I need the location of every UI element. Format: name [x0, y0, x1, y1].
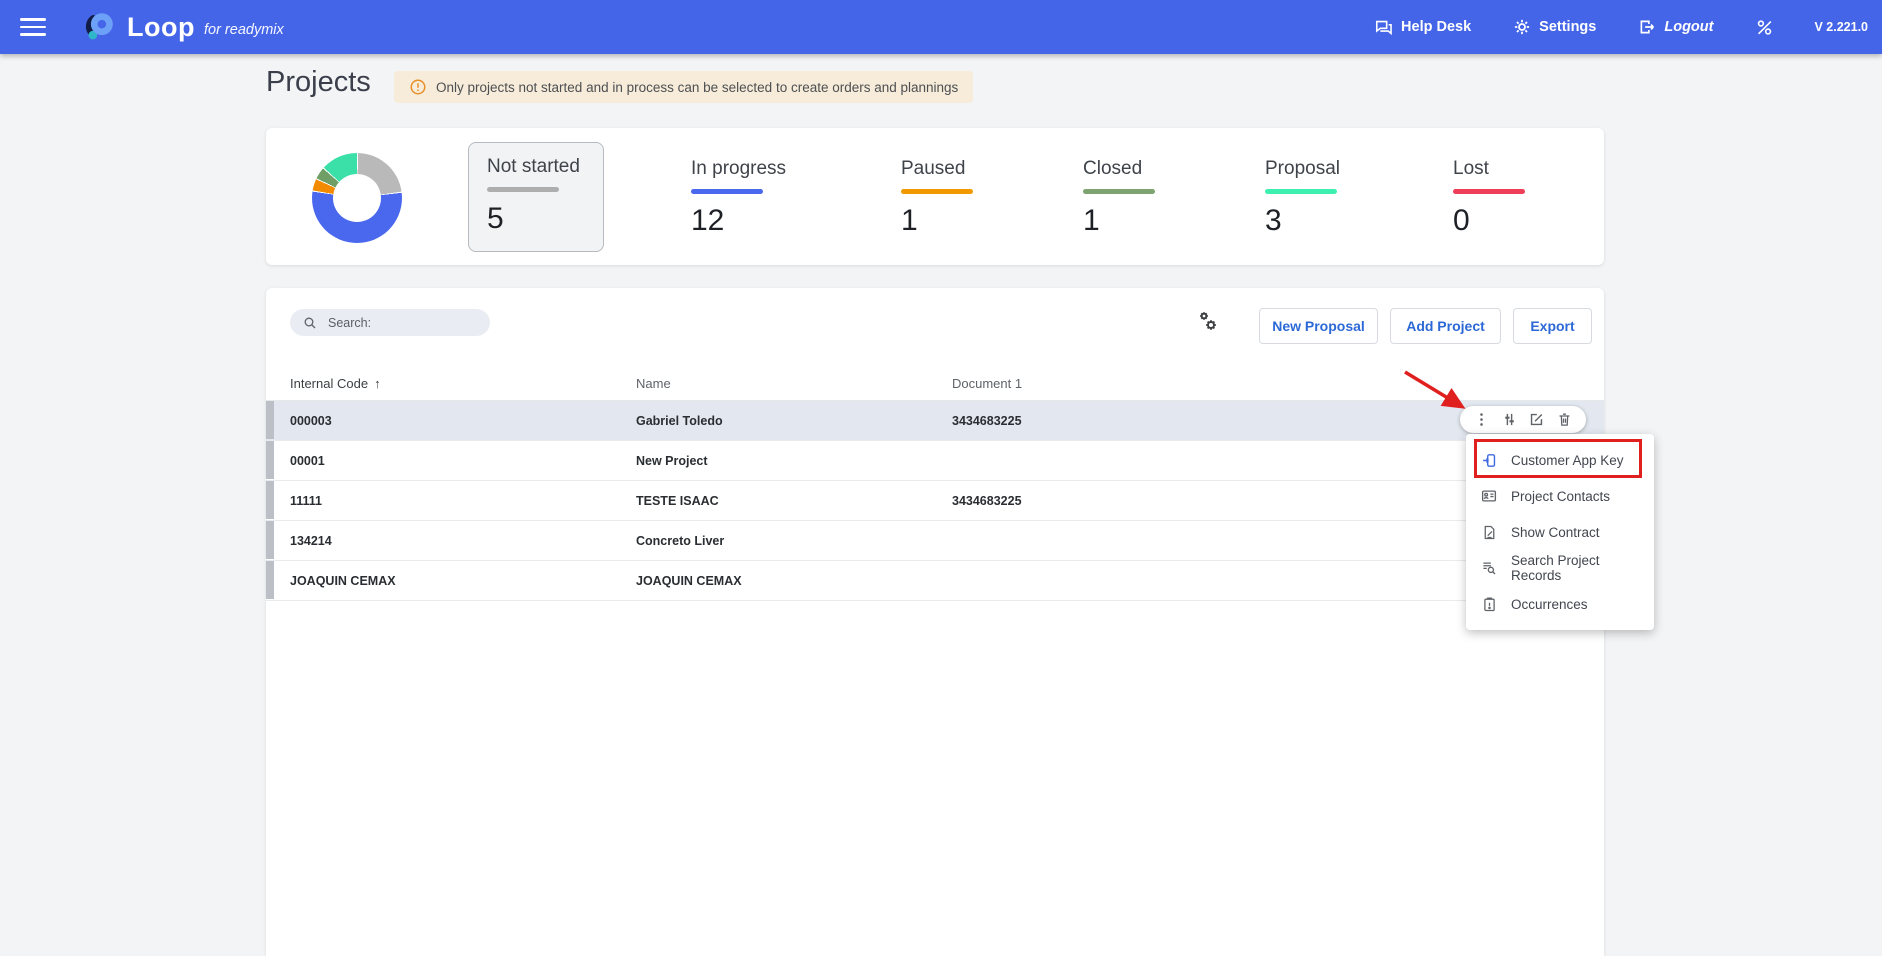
status-donut	[312, 153, 402, 243]
menu-item-show-contract[interactable]: Show Contract	[1466, 514, 1654, 550]
status-underline	[1083, 189, 1155, 194]
table-row[interactable]: 00001 New Project	[266, 441, 1604, 481]
new-proposal-button[interactable]: New Proposal	[1259, 308, 1378, 344]
gear-icon	[1513, 18, 1531, 36]
menu-item-search-project-records[interactable]: Search Project Records	[1466, 550, 1654, 586]
status-card-lost[interactable]: Lost 0	[1453, 158, 1525, 238]
column-header-document[interactable]: Document 1	[952, 376, 1022, 391]
chat-icon	[1374, 18, 1393, 37]
column-header-internal-code[interactable]: Internal Code ↑	[290, 376, 381, 391]
menu-icon[interactable]	[20, 13, 46, 41]
status-underline	[901, 189, 973, 194]
brand-logo[interactable]: Loop for readymix	[80, 9, 284, 45]
table-row[interactable]: 11111 TESTE ISAAC 3434683225	[266, 481, 1604, 521]
loop-logo-icon	[80, 9, 118, 45]
clipboard-icon	[1480, 596, 1498, 613]
table-row[interactable]: 000003 Gabriel Toledo 3434683225	[266, 401, 1604, 441]
status-card-not-started[interactable]: Not started 5	[468, 142, 604, 252]
menu-item-project-contacts[interactable]: Project Contacts	[1466, 478, 1654, 514]
status-card-paused[interactable]: Paused 1	[901, 158, 973, 238]
table-settings-icon[interactable]	[1196, 309, 1220, 338]
sort-asc-icon: ↑	[374, 376, 381, 391]
row-actions-toolbar	[1460, 406, 1586, 433]
help-desk-button[interactable]: Help Desk	[1374, 18, 1471, 37]
contacts-icon	[1480, 487, 1498, 505]
table-header-row: Internal Code ↑ Name Document 1	[266, 368, 1604, 401]
status-underline	[487, 187, 559, 192]
export-button[interactable]: Export	[1513, 308, 1592, 344]
status-card-in-progress[interactable]: In progress 12	[691, 158, 786, 238]
logout-button[interactable]: Logout	[1638, 18, 1713, 36]
brand-name: Loop	[127, 12, 195, 43]
tune-icon[interactable]	[1501, 411, 1518, 428]
top-nav: Loop for readymix Help Desk Settings	[0, 0, 1882, 54]
record-search-icon	[1480, 559, 1498, 577]
logout-icon	[1638, 18, 1656, 36]
status-underline	[1453, 189, 1525, 194]
row-context-menu: Customer App Key Project Contacts Show C…	[1466, 434, 1654, 630]
brand-suffix: for readymix	[204, 16, 284, 38]
table-row[interactable]: JOAQUIN CEMAX JOAQUIN CEMAX	[266, 561, 1604, 601]
more-options-icon[interactable]	[1473, 411, 1490, 428]
menu-item-customer-app-key[interactable]: Customer App Key	[1466, 442, 1654, 478]
projects-table-card: Search: New Proposal Add Project Export …	[266, 288, 1604, 956]
status-card-closed[interactable]: Closed 1	[1083, 158, 1155, 238]
settings-button[interactable]: Settings	[1513, 18, 1596, 36]
edit-icon[interactable]	[1528, 411, 1545, 428]
search-icon	[302, 315, 318, 331]
app-key-icon	[1480, 452, 1498, 469]
status-underline	[1265, 189, 1337, 194]
warning-icon	[409, 78, 427, 96]
contract-icon	[1480, 524, 1498, 541]
menu-item-occurrences[interactable]: Occurrences	[1466, 586, 1654, 622]
add-project-button[interactable]: Add Project	[1390, 308, 1501, 344]
table-body: 000003 Gabriel Toledo 3434683225 00001 N…	[266, 401, 1604, 601]
page-title: Projects	[266, 66, 371, 99]
column-header-name[interactable]: Name	[636, 376, 671, 391]
info-banner: Only projects not started and in process…	[394, 71, 973, 103]
gears-slash-icon[interactable]	[1755, 18, 1774, 37]
banner-text: Only projects not started and in process…	[436, 80, 958, 95]
delete-icon[interactable]	[1556, 411, 1573, 428]
status-card-proposal[interactable]: Proposal 3	[1265, 158, 1340, 238]
version-label: V 2.221.0	[1814, 20, 1868, 34]
table-row[interactable]: 134214 Concreto Liver	[266, 521, 1604, 561]
search-input[interactable]: Search:	[290, 309, 490, 336]
status-summary-card: Not started 5 In progress 12 Paused 1 Cl…	[266, 128, 1604, 265]
status-underline	[691, 189, 763, 194]
